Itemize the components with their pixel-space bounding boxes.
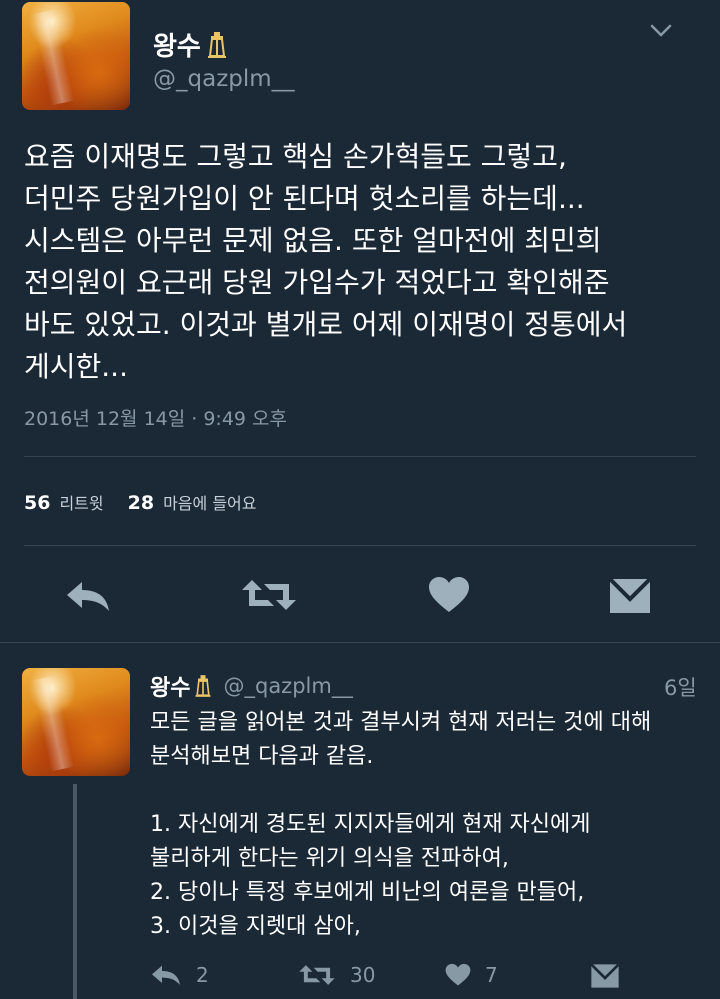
reply-author-avatar[interactable]: [22, 668, 130, 776]
retweet-icon: [298, 962, 336, 988]
heart-icon: [445, 963, 471, 987]
author-avatar[interactable]: [22, 2, 130, 110]
reply-action-like[interactable]: 7: [445, 963, 498, 987]
tweet-stats: 56 리트윗 28 마음에 들어요: [24, 490, 256, 514]
like-stat[interactable]: 28 마음에 들어요: [128, 490, 257, 514]
retweet-label: 리트윗: [59, 494, 104, 513]
lantern-badge-icon: [205, 31, 229, 59]
reply-count: 2: [196, 963, 209, 987]
tweet-text: 요즘 이재명도 그렇고 핵심 손가혁들도 그렇고, 더민주 당원가입이 안 된다…: [24, 140, 628, 383]
reply-author-name: 왕수: [150, 676, 191, 701]
heart-icon[interactable]: [428, 576, 470, 614]
section-separator: [0, 642, 720, 643]
reply-author-handle: @_qazplm__: [223, 674, 353, 698]
envelope-icon[interactable]: [590, 963, 620, 989]
retweet-count: 56: [24, 492, 51, 514]
reply-header[interactable]: 왕수 @_qazplm__: [150, 670, 353, 702]
lantern-badge-icon: [193, 674, 213, 698]
author-handle[interactable]: @_qazplm__: [153, 66, 295, 92]
retweet-count: 30: [350, 963, 376, 987]
retweet-icon[interactable]: [240, 576, 298, 614]
divider: [24, 545, 696, 546]
reply-icon: [150, 963, 182, 987]
author-name: 왕수: [153, 32, 201, 62]
retweet-stat[interactable]: 56 리트윗: [24, 490, 104, 514]
like-count: 28: [127, 492, 155, 514]
envelope-icon[interactable]: [608, 577, 652, 615]
like-count: 7: [485, 963, 498, 987]
author-name-row[interactable]: 왕수: [153, 26, 229, 63]
divider: [24, 456, 696, 457]
thread-line: [73, 784, 77, 999]
tweet-timestamp[interactable]: 2016년 12월 14일 · 9:49 오후: [24, 404, 287, 431]
reply-action-reply[interactable]: 2: [150, 963, 209, 987]
reply-action-retweet[interactable]: 30: [298, 962, 375, 988]
reply-text: 모든 글을 읽어본 것과 결부시켜 현재 저러는 것에 대해 분석해보면 다음과…: [150, 710, 652, 939]
chevron-down-icon[interactable]: [650, 24, 672, 38]
like-label: 마음에 들어요: [163, 494, 257, 513]
reply-icon[interactable]: [64, 578, 112, 614]
reply-age: 6일: [664, 676, 697, 700]
